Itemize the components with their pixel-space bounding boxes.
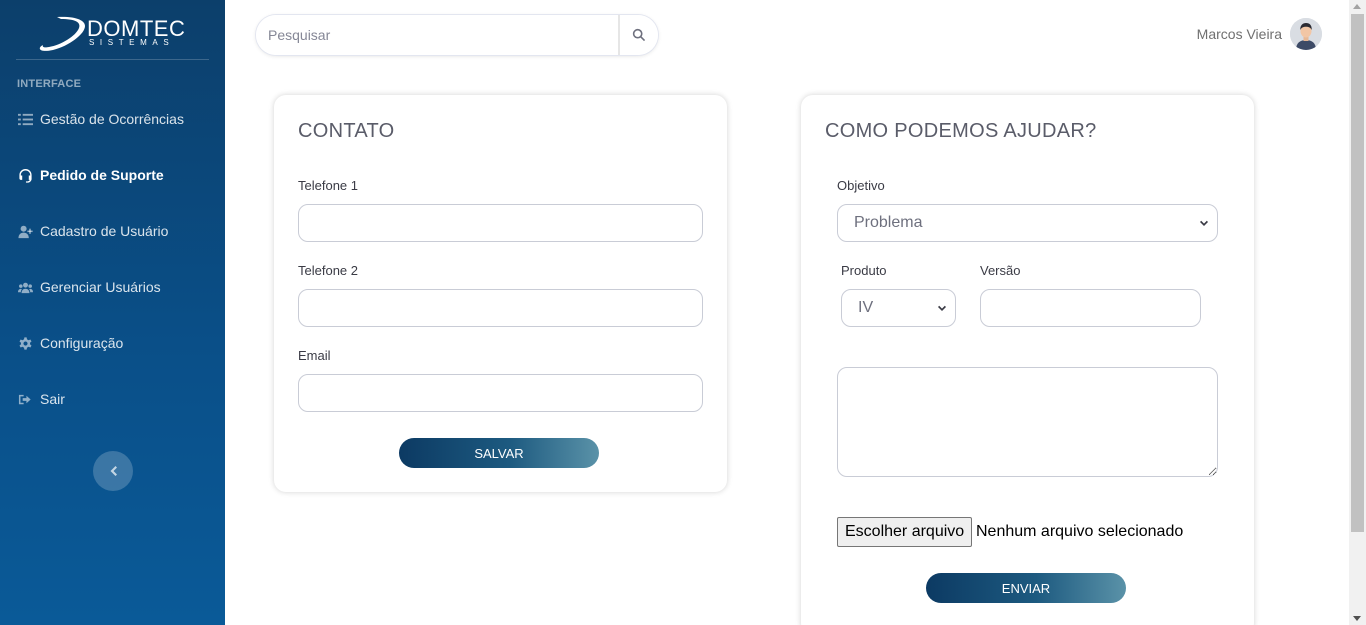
objective-select[interactable]: Problema <box>837 204 1218 242</box>
sidebar-item-configuracao[interactable]: Configuração <box>16 332 123 354</box>
help-card-title: COMO PODEMOS AJUDAR? <box>825 120 1097 142</box>
users-icon <box>16 279 34 295</box>
search-icon <box>632 28 646 42</box>
help-card: COMO PODEMOS AJUDAR? Objetivo Problema P… <box>801 95 1254 625</box>
objective-label: Objetivo <box>837 178 885 193</box>
search-input[interactable] <box>256 15 620 55</box>
chevron-down-icon <box>938 305 946 311</box>
product-selected-value: IV <box>858 299 874 316</box>
sidebar-item-label: Cadastro de Usuário <box>40 223 169 239</box>
phone1-field[interactable] <box>298 204 703 242</box>
contact-card: CONTATO Telefone 1 Telefone 2 Email SALV… <box>274 95 727 492</box>
chevron-left-icon <box>110 466 117 476</box>
user-name: Marcos Vieira <box>1196 26 1282 42</box>
sidebar-item-sair[interactable]: Sair <box>16 388 65 410</box>
chevron-down-icon <box>1200 220 1208 226</box>
search-button[interactable] <box>620 15 658 55</box>
product-label: Produto <box>841 263 887 278</box>
sidebar: DOMTEC SISTEMAS INTERFACE Gestão de Ocor… <box>0 0 225 625</box>
sidebar-heading: INTERFACE <box>17 78 82 90</box>
message-textarea[interactable] <box>837 367 1218 477</box>
scroll-down-arrow-icon[interactable] <box>1353 616 1361 621</box>
product-select[interactable]: IV <box>841 289 956 327</box>
search-bar <box>256 15 658 55</box>
scroll-thumb[interactable] <box>1351 14 1364 532</box>
avatar <box>1290 18 1322 50</box>
sidebar-item-cadastro-usuario[interactable]: Cadastro de Usuário <box>16 220 168 242</box>
sidebar-item-gestao-ocorrencias[interactable]: Gestão de Ocorrências <box>16 108 184 130</box>
sidebar-item-label: Gerenciar Usuários <box>40 279 161 295</box>
phone1-label: Telefone 1 <box>298 178 358 193</box>
scroll-up-arrow-icon[interactable] <box>1353 4 1361 9</box>
user-menu[interactable]: Marcos Vieira <box>1197 18 1322 50</box>
phone2-field[interactable] <box>298 289 703 327</box>
sidebar-divider <box>16 59 209 60</box>
email-field[interactable] <box>298 374 703 412</box>
save-button[interactable]: SALVAR <box>399 438 599 468</box>
headset-icon <box>16 167 34 183</box>
sidebar-toggle-button[interactable] <box>93 451 133 491</box>
domtec-logo[interactable]: DOMTEC SISTEMAS <box>35 12 195 54</box>
gear-icon <box>16 335 34 351</box>
version-field[interactable] <box>980 289 1201 327</box>
sign-out-icon <box>16 391 34 407</box>
email-label: Email <box>298 348 331 363</box>
contact-card-title: CONTATO <box>298 120 395 142</box>
sidebar-item-pedido-suporte[interactable]: Pedido de Suporte <box>16 164 164 186</box>
sidebar-item-label: Configuração <box>40 335 124 351</box>
sidebar-item-label: Gestão de Ocorrências <box>40 111 184 127</box>
sidebar-item-gerenciar-usuarios[interactable]: Gerenciar Usuários <box>16 276 161 298</box>
version-label: Versão <box>980 263 1021 278</box>
page-scrollbar[interactable] <box>1349 0 1366 625</box>
svg-text:SISTEMAS: SISTEMAS <box>89 38 174 47</box>
choose-file-button[interactable]: Escolher arquivo <box>837 517 973 547</box>
file-status-text: Nenhum arquivo selecionado <box>976 523 1184 540</box>
sidebar-item-label: Sair <box>40 391 65 407</box>
phone2-label: Telefone 2 <box>298 263 358 278</box>
tasks-icon <box>16 111 34 127</box>
objective-selected-value: Problema <box>854 214 923 231</box>
send-button[interactable]: ENVIAR <box>926 573 1126 603</box>
sidebar-item-label: Pedido de Suporte <box>40 167 164 183</box>
user-plus-icon <box>16 223 34 239</box>
